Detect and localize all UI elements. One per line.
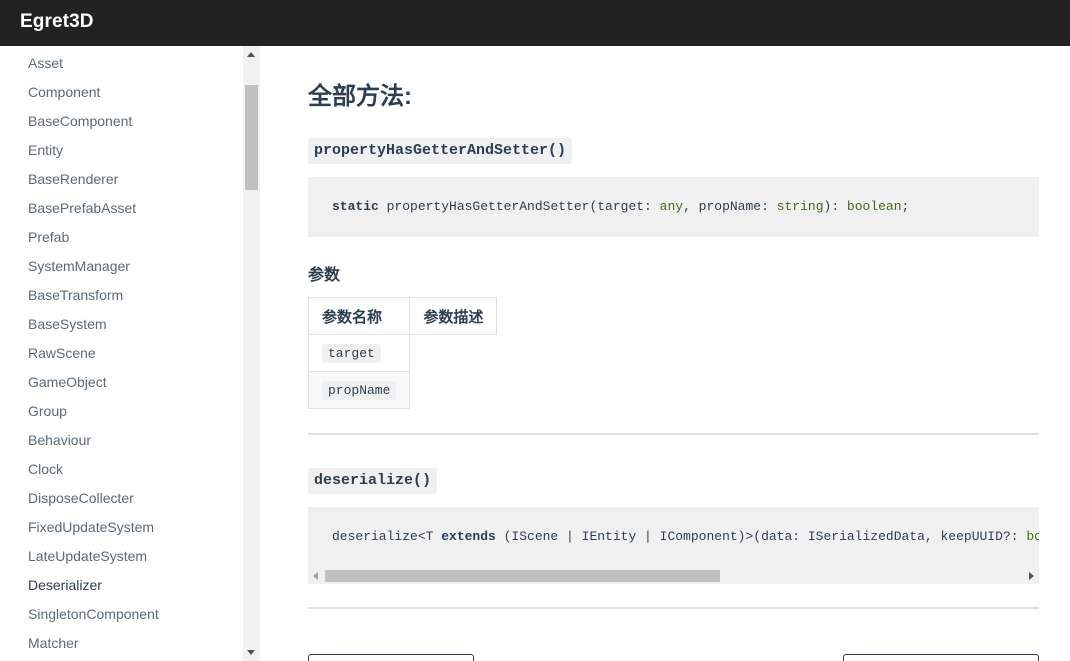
param-name: propName bbox=[322, 380, 397, 400]
params-heading: 参数 bbox=[308, 267, 341, 284]
col-header-param-desc: 参数描述 bbox=[409, 297, 498, 335]
sidebar-item[interactable]: BaseRenderer bbox=[28, 168, 118, 190]
code-scrollbar-thumb[interactable] bbox=[325, 570, 720, 582]
sidebar-item[interactable]: BaseComponent bbox=[28, 110, 132, 132]
sidebar-item[interactable]: Asset bbox=[28, 52, 63, 74]
code-text: propertyHasGetterAndSetter(target: bbox=[378, 199, 660, 214]
code-keyword: extends bbox=[441, 529, 496, 544]
section-divider bbox=[308, 607, 1039, 609]
top-navbar: Egret3D bbox=[0, 0, 1070, 46]
section-title: 全部方法: bbox=[308, 83, 412, 110]
code-type: any bbox=[659, 199, 684, 214]
section-divider bbox=[308, 433, 1039, 435]
code-type: boolean bbox=[846, 199, 902, 214]
sidebar-scrollbar-thumb[interactable] bbox=[245, 85, 258, 190]
main-content: 全部方法: propertyHasGetterAndSetter() stati… bbox=[260, 46, 1070, 661]
scroll-left-arrow-icon[interactable] bbox=[308, 567, 325, 584]
method-name-deserialize: deserialize() bbox=[308, 468, 438, 494]
sidebar-item[interactable]: Behaviour bbox=[28, 429, 91, 451]
param-name: target bbox=[322, 343, 381, 363]
sidebar-item[interactable]: Prefab bbox=[28, 226, 69, 248]
sidebar-item[interactable]: BaseSystem bbox=[28, 313, 107, 335]
next-page-button[interactable] bbox=[843, 654, 1039, 661]
params-table: 参数名称 参数描述 target propName bbox=[307, 297, 498, 409]
sidebar-scrollbar[interactable] bbox=[243, 46, 260, 661]
code-type: boolean bbox=[1026, 529, 1039, 544]
sidebar-item[interactable]: Clock bbox=[28, 458, 63, 480]
code-block-propertyHasGetterAndSetter: static propertyHasGetterAndSetter(target… bbox=[308, 177, 1039, 237]
sidebar-item[interactable]: DisposeCollecter bbox=[28, 487, 134, 509]
code-block-deserialize: deserialize<T extends (IScene | IEntity … bbox=[308, 507, 1039, 584]
sidebar-item[interactable]: LateUpdateSystem bbox=[28, 545, 147, 567]
param-desc-cell bbox=[410, 335, 497, 372]
code-text: ): bbox=[823, 199, 847, 214]
code-text: , propName: bbox=[683, 199, 777, 214]
code-signature: static propertyHasGetterAndSetter(target… bbox=[332, 199, 909, 214]
scroll-right-arrow-icon[interactable] bbox=[1022, 567, 1039, 584]
code-type: string bbox=[776, 199, 824, 214]
sidebar-item[interactable]: BasePrefabAsset bbox=[28, 197, 136, 219]
sidebar-item[interactable]: FixedUpdateSystem bbox=[28, 516, 154, 538]
params-table-header: 参数名称 参数描述 bbox=[307, 297, 498, 335]
scroll-up-arrow-icon[interactable] bbox=[243, 46, 260, 63]
sidebar-item[interactable]: GameObject bbox=[28, 371, 107, 393]
prev-page-button[interactable] bbox=[308, 654, 474, 661]
brand-logo-text[interactable]: Egret3D bbox=[20, 11, 94, 33]
sidebar: Asset Component BaseComponent Entity BaseRen… bbox=[0, 46, 260, 661]
sidebar-item[interactable]: RawScene bbox=[28, 342, 96, 364]
col-header-param-name: 参数名称 bbox=[307, 297, 411, 335]
table-row: propName bbox=[307, 371, 497, 409]
method-name-propertyHasGetterAndSetter: propertyHasGetterAndSetter() bbox=[308, 138, 573, 164]
scroll-down-arrow-icon[interactable] bbox=[243, 644, 260, 661]
code-signature: deserialize<T extends (IScene | IEntity … bbox=[332, 529, 1039, 544]
sidebar-item[interactable]: Entity bbox=[28, 139, 63, 161]
sidebar-item[interactable]: SystemManager bbox=[28, 255, 130, 277]
code-text: deserialize<T bbox=[332, 529, 442, 544]
code-keyword: static bbox=[332, 199, 379, 214]
sidebar-item[interactable]: Group bbox=[28, 400, 67, 422]
sidebar-item[interactable]: Deserializer bbox=[28, 574, 102, 596]
sidebar-item[interactable]: BaseTransform bbox=[28, 284, 123, 306]
param-name-cell: propName bbox=[307, 371, 411, 409]
param-desc-cell bbox=[410, 372, 497, 409]
sidebar-item[interactable]: Matcher bbox=[28, 632, 79, 654]
code-text: ; bbox=[901, 199, 910, 214]
code-horizontal-scrollbar[interactable] bbox=[308, 567, 1039, 584]
code-text: (IScene | IEntity | IComponent)>(data: I… bbox=[495, 529, 1027, 544]
table-row: target bbox=[307, 334, 497, 372]
sidebar-item[interactable]: SingletonComponent bbox=[28, 603, 159, 625]
sidebar-item[interactable]: Component bbox=[28, 81, 100, 103]
param-name-cell: target bbox=[307, 334, 411, 372]
